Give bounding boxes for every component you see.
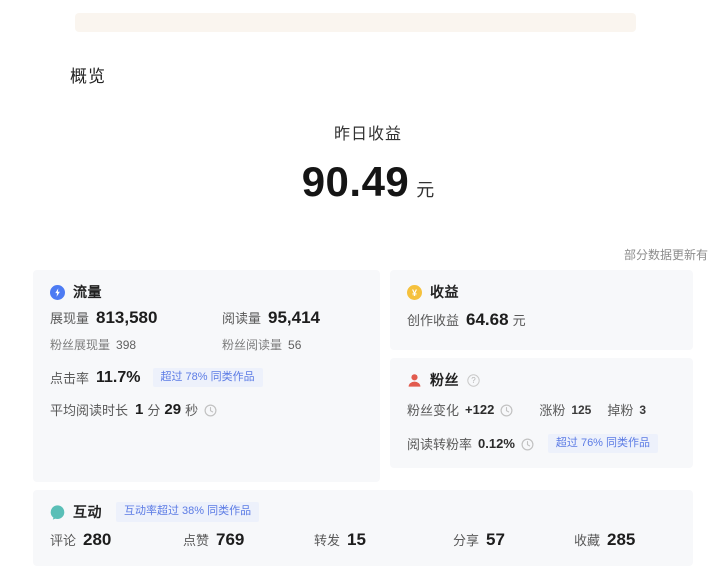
creation-revenue-value: 64.68	[466, 310, 509, 330]
fan-gain-label: 涨粉	[539, 400, 565, 419]
revenue-coin-icon: ¥	[407, 285, 422, 300]
fans-card: 粉丝 ? 粉丝变化 +122 涨粉 125 掉粉 3 阅读转粉率 0.12% 超…	[390, 358, 693, 468]
reposts-label: 转发	[314, 530, 340, 549]
fan-impressions-label: 粉丝展现量	[50, 336, 110, 353]
reads-value: 95,414	[268, 308, 320, 328]
yesterday-earnings-summary: 昨日收益 90.49 元	[0, 120, 708, 206]
likes-label: 点赞	[183, 530, 209, 549]
read-to-fan-clock-icon[interactable]	[521, 438, 534, 451]
fan-reads-label: 粉丝阅读量	[222, 336, 282, 353]
revenue-card-title: 收益	[430, 282, 459, 302]
help-icon[interactable]: ?	[467, 374, 480, 387]
interaction-card: 互动 互动率超过 38% 同类作品 评论 280 点赞 769 转发 15 分享…	[33, 490, 693, 566]
fans-card-title: 粉丝	[430, 370, 459, 390]
overview-page: 概览 昨日收益 90.49 元 部分数据更新有 流量 展现量 813,580 阅读…	[0, 0, 708, 575]
traffic-icon	[50, 285, 65, 300]
favorites-value: 285	[607, 530, 635, 550]
creation-revenue-unit: 元	[513, 310, 526, 329]
yesterday-earnings-unit: 元	[416, 180, 434, 200]
fan-reads-value: 56	[288, 338, 301, 352]
top-banner-bar	[75, 13, 636, 32]
read-to-fan-rate-label: 阅读转粉率	[407, 434, 472, 453]
fan-change-label: 粉丝变化	[407, 400, 459, 419]
traffic-card: 流量 展现量 813,580 阅读量 95,414 粉丝展现量 398 粉丝阅读…	[33, 270, 380, 482]
revenue-card: ¥ 收益 创作收益 64.68 元	[390, 270, 693, 350]
ctr-rank-badge: 超过 78% 同类作品	[153, 368, 263, 387]
interaction-card-title: 互动	[73, 502, 102, 522]
ctr-label: 点击率	[50, 368, 89, 387]
comments-label: 评论	[50, 530, 76, 549]
comments-value: 280	[83, 530, 111, 550]
avg-read-time-sec: 29	[164, 401, 181, 418]
page-title: 概览	[70, 62, 106, 87]
svg-text:¥: ¥	[412, 288, 417, 298]
creation-revenue-label: 创作收益	[407, 310, 459, 329]
shares-value: 57	[486, 530, 505, 550]
reposts-value: 15	[347, 530, 366, 550]
impressions-value: 813,580	[96, 308, 157, 328]
data-update-note: 部分数据更新有	[624, 246, 708, 263]
avg-read-time-sec-unit: 秒	[185, 400, 198, 419]
reads-label: 阅读量	[222, 308, 261, 327]
interaction-bubble-icon	[50, 505, 65, 520]
impressions-label: 展现量	[50, 308, 89, 327]
delayed-update-clock-icon[interactable]	[204, 404, 217, 417]
ctr-value: 11.7%	[96, 369, 140, 387]
read-to-fan-rank-badge: 超过 76% 同类作品	[548, 434, 658, 453]
traffic-card-title: 流量	[73, 282, 102, 302]
fan-gain-value: 125	[571, 403, 591, 417]
fan-loss-label: 掉粉	[607, 400, 633, 419]
fan-change-clock-icon[interactable]	[500, 404, 513, 417]
avg-read-time-min-unit: 分	[147, 400, 160, 419]
fan-change-value: +122	[465, 402, 494, 417]
yesterday-earnings-label: 昨日收益	[0, 120, 708, 144]
fans-person-icon	[407, 373, 422, 388]
likes-value: 769	[216, 530, 244, 550]
favorites-label: 收藏	[574, 530, 600, 549]
avg-read-time-min: 1	[135, 401, 143, 418]
read-to-fan-rate-value: 0.12%	[478, 436, 515, 451]
fan-loss-value: 3	[639, 403, 646, 417]
interaction-rank-badge: 互动率超过 38% 同类作品	[116, 502, 259, 521]
avg-read-time-label: 平均阅读时长	[50, 400, 128, 419]
yesterday-earnings-value: 90.49	[302, 158, 410, 205]
svg-text:?: ?	[471, 376, 476, 385]
fan-impressions-value: 398	[116, 338, 136, 352]
shares-label: 分享	[453, 530, 479, 549]
